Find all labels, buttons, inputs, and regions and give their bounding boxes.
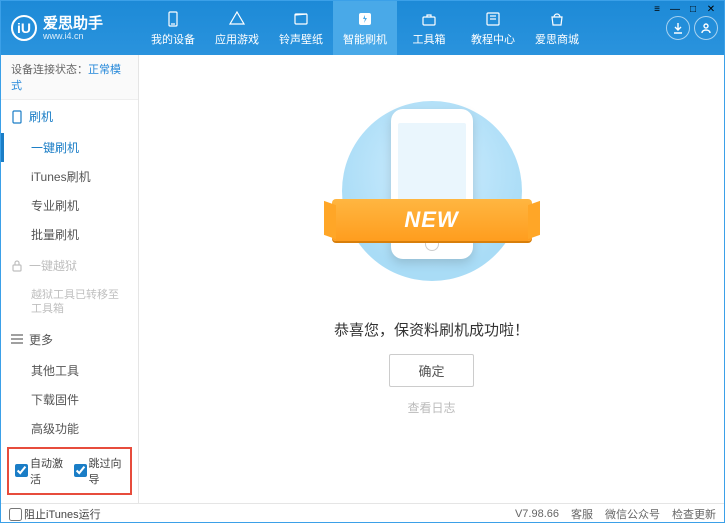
nav-label: 爱思商城 — [535, 31, 579, 47]
window-maximize-icon[interactable]: □ — [686, 3, 700, 15]
status-label: 设备连接状态： — [11, 64, 88, 76]
nav-my-device[interactable]: 我的设备 — [141, 1, 205, 55]
download-button[interactable] — [666, 16, 690, 40]
nav-label: 应用游戏 — [215, 31, 259, 47]
status-bar: 阻止iTunes运行 V7.98.66 客服 微信公众号 检查更新 — [1, 503, 724, 524]
sidebar-item-download-firmware[interactable]: 下载固件 — [1, 385, 138, 414]
nav-smart-flash[interactable]: 智能刷机 — [333, 1, 397, 55]
sidebar-item-advanced[interactable]: 高级功能 — [1, 414, 138, 443]
nav-label: 智能刷机 — [343, 31, 387, 47]
nav-store[interactable]: 爱思商城 — [525, 1, 589, 55]
sidebar: 设备连接状态：正常模式 刷机 一键刷机 iTunes刷机 专业刷机 批量刷机 一… — [1, 55, 139, 503]
skip-guide-label: 跳过向导 — [89, 455, 125, 487]
brand-area: iU 爱思助手 www.i4.cn — [1, 1, 141, 55]
ok-button[interactable]: 确定 — [389, 354, 473, 387]
nav-tutorials[interactable]: 教程中心 — [461, 1, 525, 55]
top-nav: 我的设备 应用游戏 铃声壁纸 智能刷机 工具箱 教程中心 爱思商城 — [141, 1, 666, 55]
sidebar-item-itunes-flash[interactable]: iTunes刷机 — [1, 162, 138, 191]
checkbox-skip-guide[interactable]: 跳过向导 — [74, 455, 125, 487]
view-log-link[interactable]: 查看日志 — [407, 399, 455, 416]
nav-label: 我的设备 — [151, 31, 195, 47]
lock-icon — [11, 260, 23, 272]
brand-url: www.i4.cn — [43, 31, 103, 41]
nav-toolbox[interactable]: 工具箱 — [397, 1, 461, 55]
section-title: 一键越狱 — [29, 257, 77, 274]
checkbox-auto-activate[interactable]: 自动激活 — [15, 455, 66, 487]
nav-apps-games[interactable]: 应用游戏 — [205, 1, 269, 55]
media-icon — [292, 10, 310, 28]
connection-status: 设备连接状态：正常模式 — [1, 55, 138, 100]
block-itunes-input[interactable] — [9, 508, 22, 521]
user-button[interactable] — [694, 16, 718, 40]
success-illustration: NEW — [322, 91, 542, 291]
apps-icon — [228, 10, 246, 28]
sidebar-item-batch-flash[interactable]: 批量刷机 — [1, 220, 138, 249]
brand-name: 爱思助手 — [43, 16, 103, 31]
window-controls: ≡ — □ ✕ — [650, 3, 718, 15]
section-jailbreak: 一键越狱 — [1, 249, 138, 282]
skip-guide-input[interactable] — [74, 464, 87, 477]
checkbox-block-itunes[interactable]: 阻止iTunes运行 — [9, 506, 101, 522]
success-message: 恭喜您，保资料刷机成功啦！ — [334, 319, 529, 340]
main-content: NEW 恭喜您，保资料刷机成功啦！ 确定 查看日志 — [139, 55, 724, 503]
flash-icon — [356, 10, 374, 28]
window-close-icon[interactable]: ✕ — [704, 3, 718, 15]
toolbox-icon — [420, 10, 438, 28]
more-icon — [11, 333, 23, 345]
device-icon — [164, 10, 182, 28]
window-minimize-icon[interactable]: — — [668, 3, 682, 15]
auto-activate-input[interactable] — [15, 464, 28, 477]
sidebar-item-other-tools[interactable]: 其他工具 — [1, 356, 138, 385]
wechat-link[interactable]: 微信公众号 — [605, 506, 660, 522]
auto-activate-label: 自动激活 — [30, 455, 66, 487]
help-icon — [484, 10, 502, 28]
section-flash[interactable]: 刷机 — [1, 100, 138, 133]
sidebar-item-oneclick-flash[interactable]: 一键刷机 — [1, 133, 138, 162]
nav-ringtones-wallpapers[interactable]: 铃声壁纸 — [269, 1, 333, 55]
window-menu-icon[interactable]: ≡ — [650, 3, 664, 15]
customer-service-link[interactable]: 客服 — [571, 506, 593, 522]
nav-label: 铃声壁纸 — [279, 31, 323, 47]
app-header: iU 爱思助手 www.i4.cn 我的设备 应用游戏 铃声壁纸 智能刷机 工具… — [1, 1, 724, 55]
jailbreak-note: 越狱工具已转移至 工具箱 — [1, 282, 138, 323]
connected-device[interactable]: iPhone 12 mini 64GB Down-12mini-13,1 — [1, 499, 138, 503]
block-itunes-label: 阻止iTunes运行 — [24, 506, 101, 522]
section-title: 更多 — [29, 331, 53, 348]
sidebar-item-pro-flash[interactable]: 专业刷机 — [1, 191, 138, 220]
store-icon — [548, 10, 566, 28]
nav-label: 教程中心 — [471, 31, 515, 47]
new-badge: NEW — [332, 199, 532, 241]
check-update-link[interactable]: 检查更新 — [672, 506, 716, 522]
brand-logo-icon: iU — [11, 15, 37, 41]
nav-label: 工具箱 — [413, 31, 446, 47]
section-more[interactable]: 更多 — [1, 323, 138, 356]
phone-icon — [11, 111, 23, 123]
version-label: V7.98.66 — [515, 508, 559, 520]
flash-options: 自动激活 跳过向导 — [7, 447, 132, 495]
section-title: 刷机 — [29, 108, 53, 125]
